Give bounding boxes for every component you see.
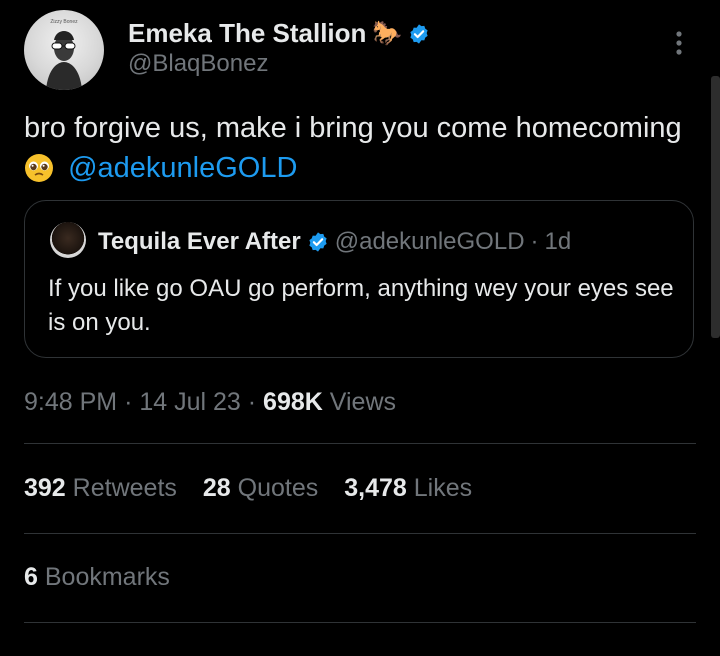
quoted-tweet-header: Tequila Ever After @adekunleGOLD · 1d [98,228,571,256]
scrollbar[interactable] [711,76,720,338]
pleading-face-emoji-icon [25,154,53,182]
tweet-meta: 9:48 PM · 14 Jul 23 · 698K Views [24,388,396,417]
tweet-date[interactable]: 14 Jul 23 [139,388,240,416]
quotes-stat[interactable]: 28 Quotes [203,474,318,503]
author-avatar[interactable]: Zizzy Bonez [24,10,104,90]
profile-photo-sunglasses-icon: Zizzy Bonez [46,19,82,90]
quoted-author-name[interactable]: Tequila Ever After [98,228,301,256]
bookmarks-label: Bookmarks [44,563,170,591]
retweets-stat[interactable]: 392 Retweets [24,474,177,503]
more-options-icon[interactable] [664,28,694,58]
tweet-text-main: bro forgive us, make i bring you come ho… [24,112,682,144]
author-handle[interactable]: @BlaqBonez [128,50,268,78]
likes-count: 3,478 [344,474,407,502]
likes-label: Likes [413,474,473,502]
quoted-timestamp[interactable]: 1d [545,228,572,256]
avatar-top-text: Zizzy Bonez [50,19,78,25]
quoted-tweet-text: If you like go OAU go perform, anything … [48,275,674,336]
tweet-text: bro forgive us, make i bring you come ho… [24,108,684,188]
verified-badge-icon [410,23,428,44]
quoted-author-avatar[interactable] [50,222,86,258]
meta-separator: · [247,388,257,416]
verified-badge-icon [309,232,327,252]
quoted-author-handle[interactable]: @adekunleGOLD [335,228,525,256]
views-count: 698K [263,388,323,416]
divider [24,622,696,623]
views-label: Views [329,388,397,416]
horse-emoji: 🐎 [372,20,403,47]
mention-link[interactable]: @adekunleGOLD [68,152,297,184]
meta-separator: · [124,388,133,416]
quoted-separator: · [530,228,539,255]
bookmarks-stat[interactable]: 6 Bookmarks [24,563,170,592]
retweets-label: Retweets [72,474,177,502]
author-name[interactable]: Emeka The Stallion [128,18,366,49]
bookmarks-count: 6 [24,563,38,591]
retweets-count: 392 [24,474,66,502]
divider [24,533,696,534]
quotes-label: Quotes [237,474,319,502]
likes-stat[interactable]: 3,478 Likes [344,474,472,503]
quotes-count: 28 [202,474,231,502]
engagement-stats: 392 Retweets 28 Quotes 3,478 Likes [24,474,472,503]
divider [24,443,696,444]
author-name-row[interactable]: Emeka The Stallion 🐎 [128,18,430,49]
tweet-time[interactable]: 9:48 PM [24,388,117,416]
